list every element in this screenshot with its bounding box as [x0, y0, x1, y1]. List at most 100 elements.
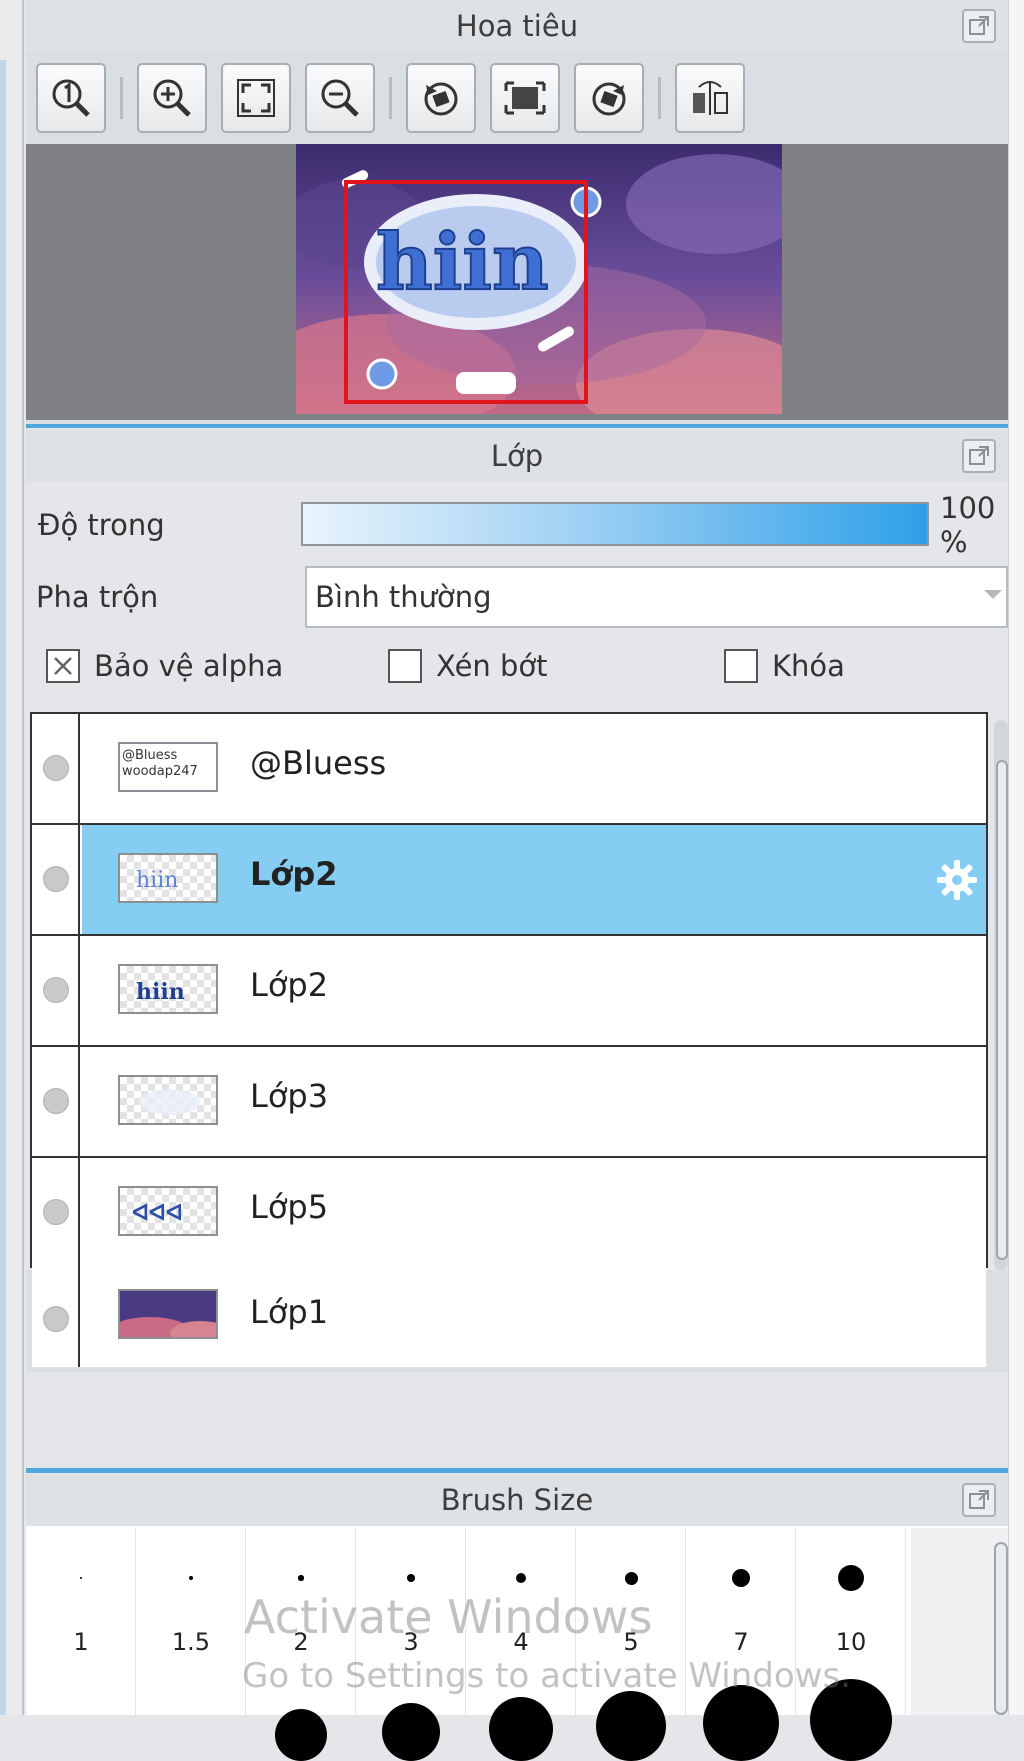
- layer-row[interactable]: Lớp3: [32, 1047, 986, 1158]
- rotate-left-icon[interactable]: [406, 63, 476, 133]
- layer-thumbnail: hiin: [118, 964, 218, 1014]
- navigator-preview-area: hiin: [26, 144, 1008, 420]
- protect-alpha-label: Bảo vệ alpha: [94, 649, 284, 683]
- zoom-out-icon[interactable]: [305, 63, 375, 133]
- visibility-toggle[interactable]: [32, 1158, 80, 1267]
- lock-checkbox[interactable]: Khóa: [724, 649, 845, 683]
- flip-horizontal-icon[interactable]: [675, 63, 745, 133]
- opacity-label: Độ trong: [38, 508, 165, 542]
- brush-size-label: 7: [733, 1628, 749, 1656]
- layer-row[interactable]: Lớp1: [32, 1265, 986, 1367]
- zoom-actual-icon[interactable]: [36, 63, 106, 133]
- zoom-in-icon[interactable]: [137, 63, 207, 133]
- brush-size-header: Brush Size: [26, 1474, 1008, 1526]
- layer-name: Lớp3: [250, 1077, 329, 1115]
- eye-dot-icon: [43, 1088, 69, 1114]
- layer-list: @Bluess woodap247 @Bluess hiin Lớp2 hiin: [30, 712, 988, 1269]
- brush-size-scrollbar[interactable]: [994, 1542, 1008, 1715]
- brush-dot-icon: [189, 1576, 193, 1580]
- layer-row[interactable]: hiin Lớp2: [32, 936, 986, 1047]
- eye-dot-icon: [43, 755, 69, 781]
- detach-panel-icon[interactable]: [962, 9, 996, 43]
- brush-dot-icon: [407, 1574, 415, 1582]
- brush-size-label: 1.5: [171, 1628, 211, 1656]
- visibility-toggle[interactable]: [32, 936, 80, 1045]
- brush-large-dot-icon: [703, 1685, 779, 1761]
- right-panel-edge: [1008, 0, 1024, 1715]
- layer-options-row: Bảo vệ alpha Xén bớt Khóa: [26, 644, 1008, 688]
- visibility-toggle[interactable]: [32, 1047, 80, 1156]
- visibility-toggle[interactable]: [32, 825, 80, 934]
- brush-size-option[interactable]: 1: [26, 1528, 136, 1715]
- brush-dot-icon: [624, 1571, 638, 1585]
- lock-label: Khóa: [772, 649, 845, 683]
- eye-dot-icon: [43, 1306, 69, 1332]
- brush-dot-icon: [838, 1565, 864, 1591]
- left-panel-edge: [0, 0, 24, 1715]
- brush-large-dot-icon: [275, 1709, 327, 1761]
- layer-thumbnail: [118, 1289, 218, 1339]
- reset-rotation-icon[interactable]: [490, 63, 560, 133]
- layers-header: Lớp: [26, 430, 1008, 482]
- blend-row: Pha trộn Bình thường: [26, 566, 1008, 628]
- layer-thumbnail: @Bluess woodap247: [118, 742, 218, 792]
- brush-size-label: 10: [835, 1628, 867, 1656]
- blend-label: Pha trộn: [36, 580, 159, 614]
- eye-dot-icon: [43, 866, 69, 892]
- visibility-toggle[interactable]: [32, 1265, 80, 1367]
- brush-size-title: Brush Size: [440, 1483, 594, 1517]
- blend-mode-select[interactable]: Bình thường: [305, 566, 1008, 628]
- navigator-toolbar: [26, 52, 1008, 144]
- layer-name: Lớp2: [250, 855, 338, 893]
- brush-large-dot-icon: [489, 1697, 553, 1761]
- chevron-down-icon: [984, 590, 1002, 599]
- opacity-value: 100 %: [940, 491, 996, 559]
- layer-thumbnail-text: @Bluess woodap247: [122, 748, 198, 779]
- brush-size-label: 1: [73, 1628, 89, 1656]
- activate-windows-watermark: Activate Windows: [244, 1590, 653, 1644]
- clipping-label: Xén bớt: [436, 649, 548, 683]
- svg-text:hiin: hiin: [136, 979, 185, 1005]
- eye-dot-icon: [43, 977, 69, 1003]
- unchecked-icon: [724, 649, 758, 683]
- layers-title: Lớp: [490, 439, 544, 473]
- checked-icon: [46, 649, 80, 683]
- eye-dot-icon: [43, 1199, 69, 1225]
- brush-large-dot-icon: [382, 1703, 440, 1761]
- gear-icon[interactable]: [934, 857, 980, 903]
- layer-name: Lớp5: [250, 1188, 329, 1226]
- brush-dot-icon: [79, 1576, 83, 1580]
- activate-windows-subtext: Go to Settings to activate Windows.: [242, 1656, 851, 1696]
- detach-panel-icon[interactable]: [962, 439, 996, 473]
- layer-list-scrollbar[interactable]: [994, 720, 1008, 1270]
- protect-alpha-checkbox[interactable]: Bảo vệ alpha: [46, 649, 283, 683]
- layer-name: @Bluess: [250, 744, 387, 782]
- canvas-preview[interactable]: hiin: [296, 144, 782, 414]
- layer-name: Lớp2: [250, 966, 329, 1004]
- layer-thumbnail: [118, 1075, 218, 1125]
- layer-row[interactable]: @Bluess woodap247 @Bluess: [32, 714, 986, 825]
- layer-name: Lớp1: [250, 1293, 329, 1331]
- unchecked-icon: [388, 649, 422, 683]
- brush-size-option[interactable]: 1.5: [136, 1528, 246, 1715]
- brush-dot-icon: [515, 1572, 527, 1584]
- svg-text:ᐊᐊᐊ: ᐊᐊᐊ: [132, 1200, 183, 1226]
- navigator-title: Hoa tiêu: [455, 9, 579, 43]
- navigator-header: Hoa tiêu: [26, 0, 1008, 52]
- opacity-row: Độ trong 100 %: [26, 491, 1008, 559]
- brush-dot-icon: [298, 1575, 304, 1581]
- opacity-slider[interactable]: [301, 502, 929, 546]
- brush-large-dot-icon: [596, 1691, 666, 1761]
- detach-panel-icon[interactable]: [962, 1483, 996, 1517]
- visibility-toggle[interactable]: [32, 714, 80, 823]
- layer-thumbnail: ᐊᐊᐊ: [118, 1186, 218, 1236]
- blend-mode-value: Bình thường: [315, 580, 492, 614]
- layer-row-selected[interactable]: hiin Lớp2: [32, 825, 986, 936]
- svg-text:hiin: hiin: [376, 217, 549, 308]
- clipping-checkbox[interactable]: Xén bớt: [388, 649, 548, 683]
- brush-dot-icon: [731, 1568, 751, 1588]
- layer-row[interactable]: ᐊᐊᐊ Lớp5: [32, 1158, 986, 1269]
- svg-text:hiin: hiin: [136, 868, 178, 893]
- fit-screen-icon[interactable]: [221, 63, 291, 133]
- rotate-right-icon[interactable]: [574, 63, 644, 133]
